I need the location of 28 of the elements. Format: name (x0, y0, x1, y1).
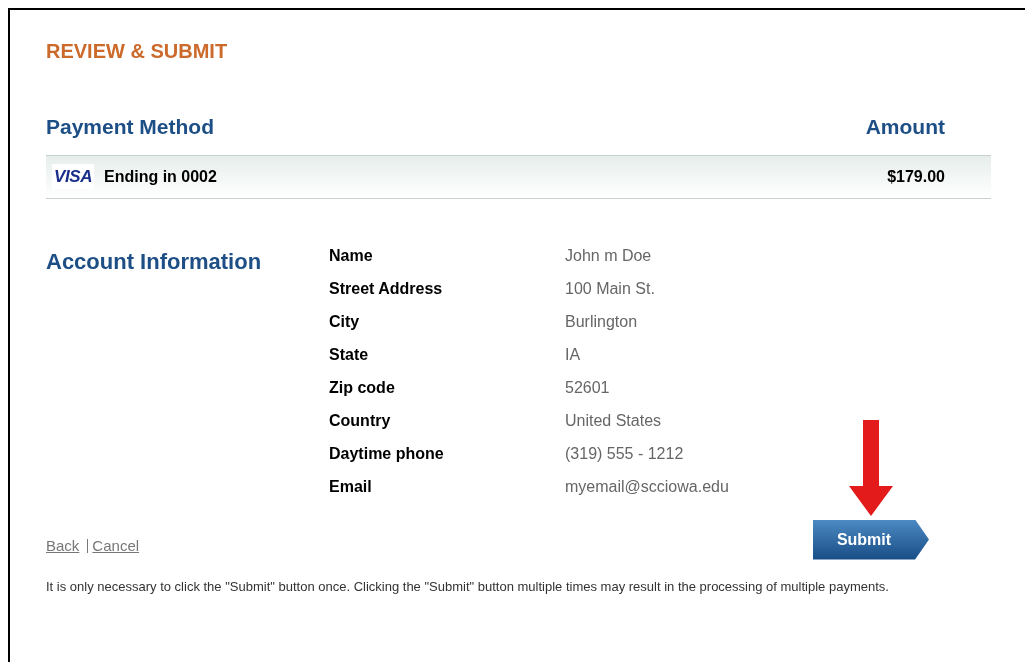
field-value: John m Doe (565, 245, 653, 266)
field-value: myemail@scciowa.edu (565, 476, 729, 497)
section-heading: Payment Method (46, 114, 215, 140)
card-ending: Ending in 0002 (104, 166, 217, 187)
nav-link[interactable]: Cancel (92, 535, 140, 558)
field-label: Country (329, 410, 392, 431)
field-label: City (329, 311, 361, 332)
column-heading: Amount (865, 114, 945, 140)
field-label: Daytime phone (329, 443, 445, 464)
arrow-icon (849, 419, 893, 516)
field-label: Zip code (329, 377, 396, 398)
card-logo: VISA (52, 163, 94, 190)
field-label: Street Address (329, 278, 444, 299)
submit-button[interactable]: Submit (813, 519, 929, 560)
payment-amount: $179.00 (887, 166, 945, 187)
page-title: REVIEW & SUBMIT (46, 39, 228, 64)
section-heading: Account Information (46, 248, 262, 274)
field-value: (319) 555 - 1212 (565, 443, 685, 464)
field-label: Name (329, 245, 374, 266)
field-value: Burlington (565, 311, 639, 332)
field-value: United States (565, 410, 663, 431)
field-value: 100 Main St. (565, 278, 656, 299)
field-value: 52601 (565, 377, 611, 398)
field-label: Email (329, 476, 373, 497)
field-value: IA (565, 344, 582, 365)
warning-text: It is only necessary to click the "Submit" button once. Clicking the "Submit" button multiple times may result in the processing of multiple payments. (46, 577, 890, 595)
nav-link[interactable]: Back (46, 535, 80, 558)
field-label: State (329, 344, 370, 365)
